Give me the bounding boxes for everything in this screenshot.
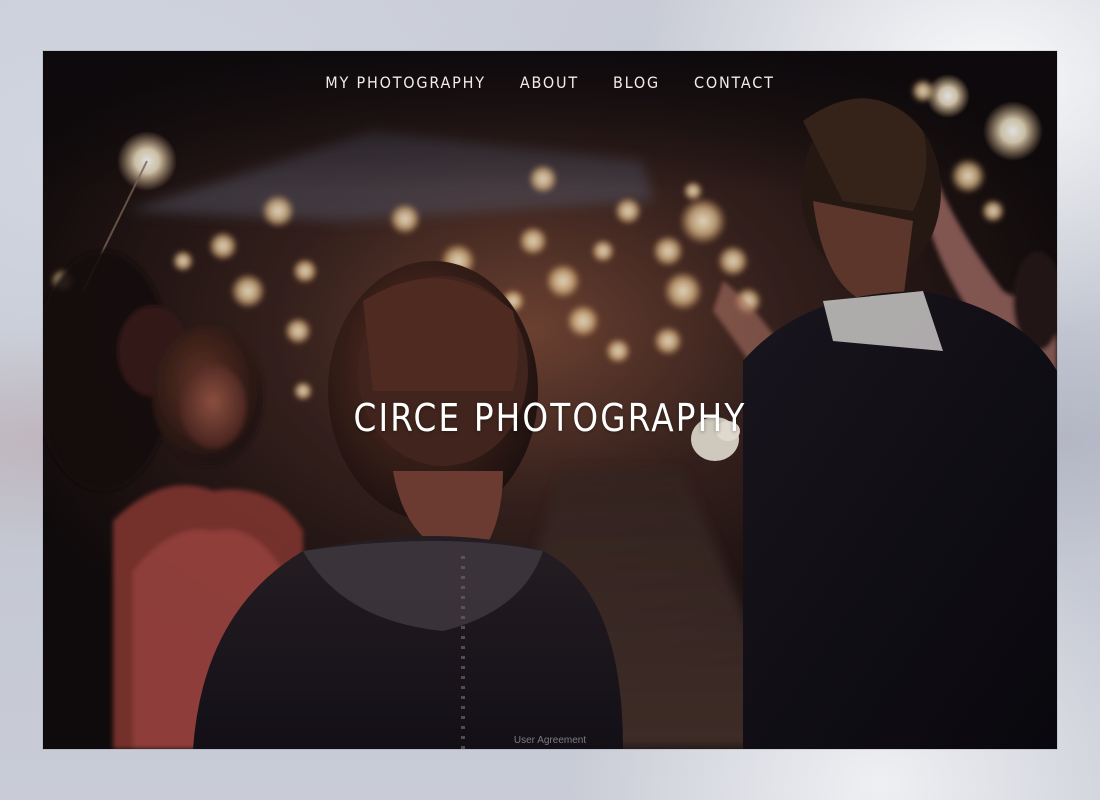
nav-item-contact[interactable]: CONTACT — [677, 73, 792, 92]
nav-item-blog[interactable]: BLOG — [596, 73, 677, 92]
site-title: CIRCE PHOTOGRAPHY — [353, 396, 747, 441]
nav-item-about[interactable]: ABOUT — [503, 73, 596, 92]
user-agreement-link[interactable]: User Agreement — [43, 735, 1057, 746]
nav-item-my-photography[interactable]: MY PHOTOGRAPHY — [308, 73, 503, 92]
website-preview: MY PHOTOGRAPHY ABOUT BLOG CONTACT CIRCE … — [43, 51, 1057, 749]
page-backdrop: MY PHOTOGRAPHY ABOUT BLOG CONTACT CIRCE … — [0, 0, 1100, 800]
main-nav: MY PHOTOGRAPHY ABOUT BLOG CONTACT — [43, 73, 1057, 92]
